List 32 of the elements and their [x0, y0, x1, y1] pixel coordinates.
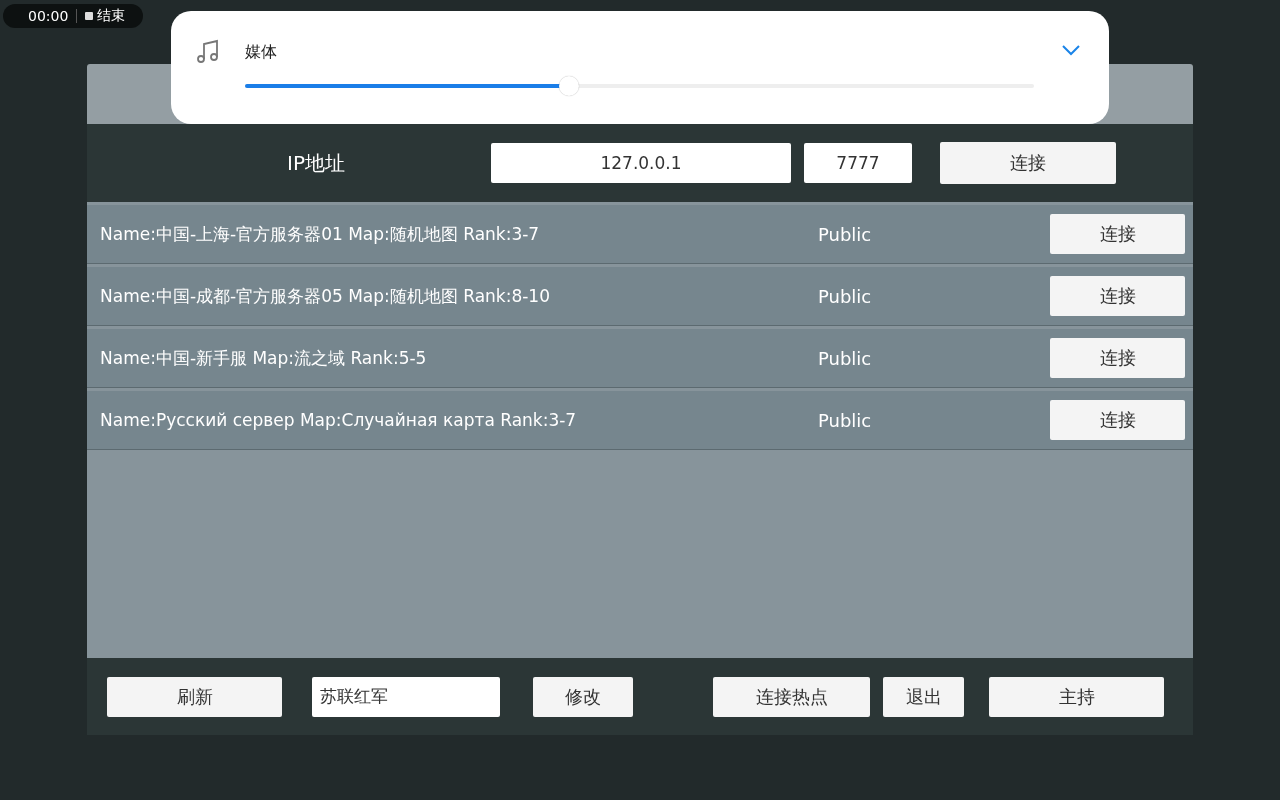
stop-button[interactable]: 结束: [85, 7, 126, 25]
ip-label: IP地址: [286, 149, 345, 177]
rename-button[interactable]: 修改: [533, 676, 633, 717]
ip-field[interactable]: 127.0.0.1: [491, 143, 791, 183]
server-info: Name:中国-成都-官方服务器05 Map:随机地图 Rank:8-10: [99, 284, 551, 308]
connect-button[interactable]: 连接: [1050, 338, 1185, 378]
server-access: Public: [818, 347, 873, 369]
connect-button[interactable]: 连接: [1050, 276, 1185, 316]
media-label: 媒体: [245, 42, 278, 63]
server-row[interactable]: Name:中国-上海-官方服务器01 Map:随机地图 Rank:3-7 Public 连接: [87, 205, 1193, 264]
connect-button[interactable]: 连接: [1050, 214, 1185, 254]
server-access: Public: [818, 223, 873, 245]
music-note-icon: [195, 39, 221, 65]
server-info: Name:Русский сервер Map:Случайная карта Rank:3-7: [99, 410, 578, 430]
port-field[interactable]: 7777: [804, 143, 912, 183]
exit-button[interactable]: 退出: [883, 676, 964, 717]
connect-button[interactable]: 连接: [940, 142, 1116, 184]
server-row[interactable]: Name:中国-成都-官方服务器05 Map:随机地图 Rank:8-10 Public 连接: [87, 267, 1193, 326]
server-access: Public: [818, 409, 873, 431]
host-button[interactable]: 主持: [989, 676, 1164, 717]
server-info: Name:中国-新手服 Map:流之域 Rank:5-5: [99, 346, 428, 370]
server-row[interactable]: Name:中国-新手服 Map:流之域 Rank:5-5 Public 连接: [87, 329, 1193, 388]
hotspot-button[interactable]: 连接热点: [713, 676, 870, 717]
stop-icon: [85, 12, 94, 20]
connect-button[interactable]: 连接: [1050, 400, 1185, 440]
player-name-field[interactable]: 苏联红军: [312, 676, 500, 717]
server-info: Name:中国-上海-官方服务器01 Map:随机地图 Rank:3-7: [99, 222, 541, 246]
chevron-down-icon[interactable]: [1061, 44, 1081, 56]
refresh-button[interactable]: 刷新: [107, 676, 282, 717]
server-row[interactable]: Name:Русский сервер Map:Случайная карта Rank:3-7 Public 连接: [87, 391, 1193, 450]
record-time: 00:00: [28, 8, 69, 24]
server-access: Public: [818, 285, 873, 307]
